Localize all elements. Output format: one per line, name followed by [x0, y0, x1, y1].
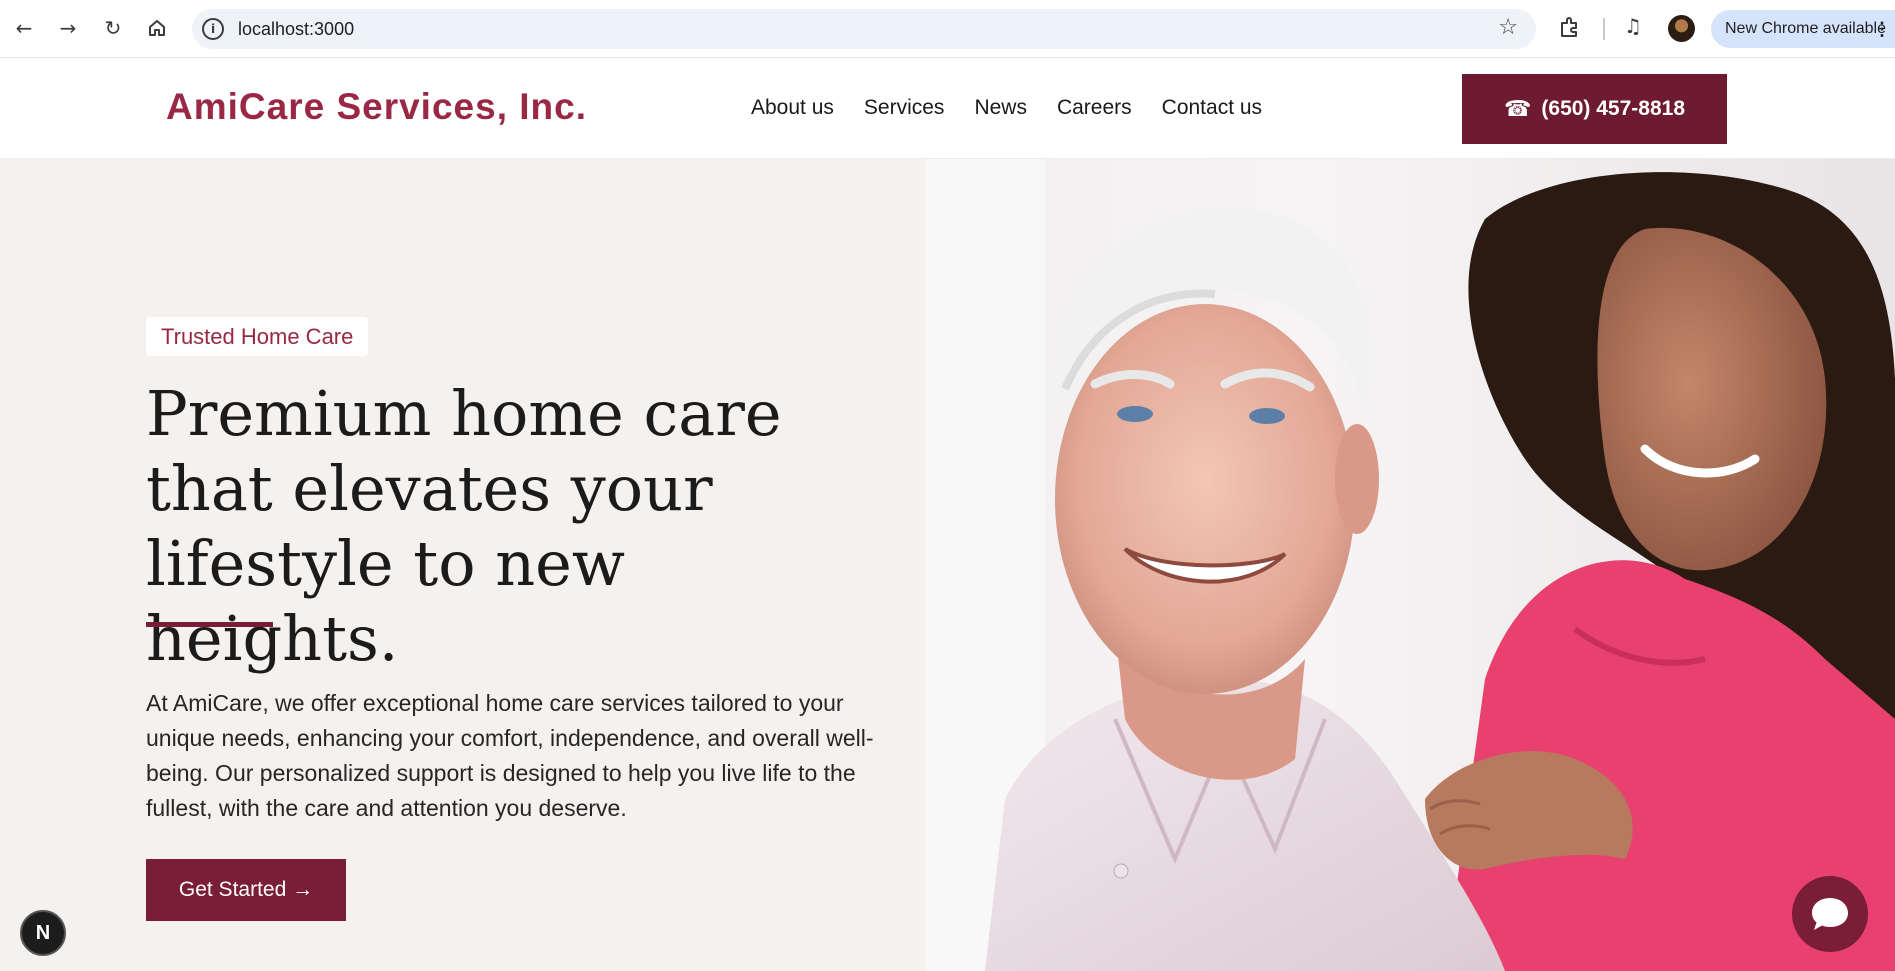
hero-description: At AmiCare, we offer exceptional home ca… — [146, 690, 874, 821]
site-info-icon[interactable]: i — [202, 18, 224, 40]
url-text: localhost:3000 — [238, 18, 355, 39]
phone-number: (650) 457-8818 — [1541, 97, 1685, 120]
chrome-update-button[interactable]: New Chrome available ⋮ — [1711, 10, 1895, 48]
address-bar[interactable]: i localhost:3000 ☆ — [192, 9, 1536, 49]
update-label: New Chrome available — [1725, 20, 1886, 37]
hero-tag: Trusted Home Care — [146, 317, 369, 356]
extensions-icon[interactable] — [1558, 15, 1582, 39]
profile-avatar[interactable] — [1668, 15, 1695, 42]
site-logo[interactable]: AmiCare Services, Inc. — [166, 86, 587, 128]
nav-contact-us[interactable]: Contact us — [1162, 96, 1262, 120]
nextjs-devtools-icon[interactable]: N — [20, 910, 66, 956]
headline-underline — [146, 622, 273, 627]
main-nav: About us Services News Careers Contact u… — [751, 96, 1262, 120]
bookmark-star-icon[interactable]: ☆ — [1498, 15, 1518, 40]
nav-news[interactable]: News — [974, 96, 1027, 120]
back-arrow-icon[interactable]: ← — [10, 14, 38, 42]
phone-icon: ☎ — [1503, 96, 1532, 122]
forward-arrow-icon[interactable]: → — [54, 14, 82, 42]
call-phone-button[interactable]: ☎ (650) 457-8818 — [1462, 74, 1727, 144]
browser-toolbar: ← → ↻ i localhost:3000 ☆ ♫ New Chrome av… — [0, 0, 1895, 58]
more-menu-icon[interactable]: ⋮ — [1873, 19, 1891, 40]
chat-bubble-icon — [1812, 898, 1848, 930]
home-icon[interactable] — [143, 14, 171, 42]
reload-icon[interactable]: ↻ — [99, 14, 127, 42]
nav-careers[interactable]: Careers — [1057, 96, 1132, 120]
hero-photo — [925, 159, 1895, 971]
toolbar-divider — [1603, 18, 1605, 40]
media-controls-icon[interactable]: ♫ — [1624, 14, 1642, 38]
hero-headline: Premium home care that elevates your lif… — [146, 377, 782, 675]
chat-widget-button[interactable] — [1792, 876, 1868, 952]
site-header: AmiCare Services, Inc. About us Services… — [0, 58, 1895, 159]
nav-about-us[interactable]: About us — [751, 96, 834, 120]
caregiver-and-senior-photo — [925, 159, 1895, 971]
hero-content: Trusted Home Care Premium home care that… — [0, 159, 925, 971]
nav-services[interactable]: Services — [864, 96, 945, 120]
get-started-button[interactable]: Get Started → — [146, 859, 346, 921]
